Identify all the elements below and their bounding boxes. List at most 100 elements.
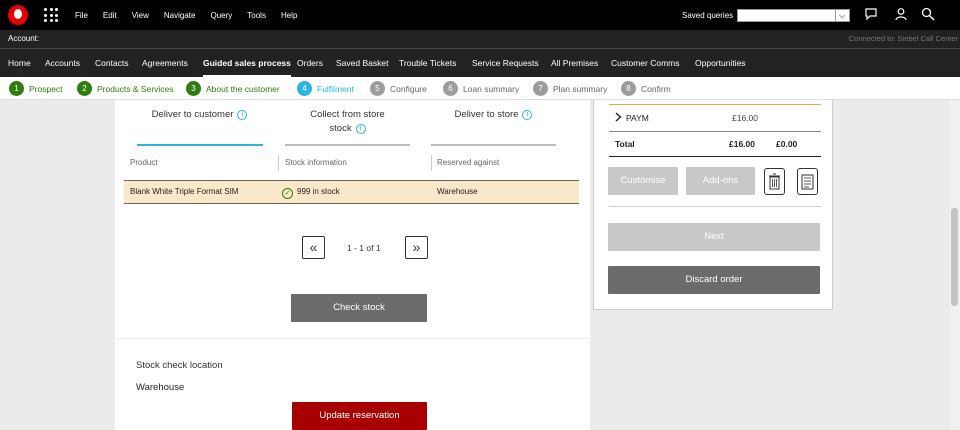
tab-orders[interactable]: Orders xyxy=(297,49,323,78)
step-loan-summary[interactable]: 6 Loan summary xyxy=(443,81,519,96)
trash-icon[interactable] xyxy=(764,168,785,195)
column-divider xyxy=(278,155,279,171)
tab-label: Collect from store xyxy=(310,109,385,120)
info-icon[interactable]: i xyxy=(355,124,366,134)
step-number: 7 xyxy=(533,81,548,96)
add-ons-button[interactable]: Add-ons xyxy=(686,167,755,195)
reserved-cell: Warehouse xyxy=(437,187,478,196)
active-tab-indicator xyxy=(137,144,263,146)
info-icon[interactable]: i xyxy=(522,110,533,120)
tab-deliver-to-customer[interactable]: Deliver to customer i xyxy=(137,108,262,122)
tab-opportunities[interactable]: Opportunities xyxy=(695,49,746,78)
tab-underline xyxy=(431,144,556,146)
progress-steps: 1 Prospect 2 Products & Services 3 About… xyxy=(0,77,960,100)
chevron-down-icon[interactable]: ⌵ xyxy=(835,10,848,21)
total-row: Total £16.00 £0.00 xyxy=(609,138,821,152)
menu-tools[interactable]: Tools xyxy=(247,11,266,20)
tab-trouble-tickets[interactable]: Trouble Tickets xyxy=(399,49,456,78)
menu-query[interactable]: Query xyxy=(210,11,232,20)
column-header-stock-information: Stock information xyxy=(285,158,347,167)
search-icon[interactable] xyxy=(921,7,935,23)
step-fulfilment[interactable]: 4 Fulfilment xyxy=(297,81,354,96)
step-label: Prospect xyxy=(29,83,63,94)
stock-value: 999 in stock xyxy=(297,187,340,196)
account-bar: Account: Connected to: Siebel Call Cente… xyxy=(0,30,960,48)
step-number: 2 xyxy=(77,81,92,96)
tab-customer-comms[interactable]: Customer Comms xyxy=(611,49,679,78)
user-icon[interactable] xyxy=(894,7,908,23)
top-menubar: File Edit View Navigate Query Tools Help… xyxy=(0,0,960,30)
summary-divider xyxy=(609,131,821,132)
step-about-the-customer[interactable]: 3 About the customer xyxy=(186,81,280,96)
fulfilment-panel: Deliver to customer i Collect from store … xyxy=(115,100,590,430)
scrollbar-thumb[interactable] xyxy=(951,208,958,306)
next-page-button[interactable]: » xyxy=(405,236,428,259)
menu-help[interactable]: Help xyxy=(281,11,297,20)
check-icon: ✓ xyxy=(282,188,293,199)
application-menu: File Edit View Navigate Query Tools Help xyxy=(75,0,312,30)
product-cell: Blank White Triple Format SIM xyxy=(130,187,239,196)
order-summary-panel: PAYM £16.00 Total £16.00 £0.00 Customise… xyxy=(593,100,833,310)
paym-row[interactable]: PAYM £16.00 xyxy=(609,112,821,126)
saved-queries-select[interactable]: ⌵ xyxy=(737,9,850,22)
step-number: 3 xyxy=(186,81,201,96)
page-scrollbar[interactable] xyxy=(949,100,960,430)
tab-accounts[interactable]: Accounts xyxy=(45,49,80,78)
tab-service-requests[interactable]: Service Requests xyxy=(472,49,539,78)
step-plan-summary[interactable]: 7 Plan summary xyxy=(533,81,607,96)
customise-button[interactable]: Customise xyxy=(608,167,678,195)
section-divider xyxy=(115,338,590,339)
step-confirm[interactable]: 8 Confirm xyxy=(621,81,671,96)
column-divider xyxy=(431,155,432,171)
tab-all-premises[interactable]: All Premises xyxy=(551,49,598,78)
step-number: 5 xyxy=(370,81,385,96)
column-header-product: Product xyxy=(130,158,158,167)
step-label: Plan summary xyxy=(553,83,608,94)
step-label: About the customer xyxy=(206,83,280,94)
column-header-reserved-against: Reserved against xyxy=(437,158,500,167)
discard-order-button[interactable]: Discard order xyxy=(608,266,820,294)
tab-collect-from-store[interactable]: Collect from store stock i xyxy=(285,108,410,136)
menu-navigate[interactable]: Navigate xyxy=(164,11,196,20)
tab-home[interactable]: Home xyxy=(8,49,31,78)
step-configure[interactable]: 5 Configure xyxy=(370,81,427,96)
step-products-services[interactable]: 2 Products & Services xyxy=(77,81,174,96)
main-tabs: Home Accounts Contacts Agreements Guided… xyxy=(0,48,960,78)
chevron-right-icon[interactable] xyxy=(615,112,622,124)
app-grid-icon[interactable] xyxy=(44,8,58,22)
notes-icon[interactable] xyxy=(797,168,818,195)
step-label: Loan summary xyxy=(463,83,520,94)
step-label: Fulfilment xyxy=(317,83,354,94)
table-row[interactable]: Blank White Triple Format SIM ✓ 999 in st… xyxy=(124,180,579,204)
paym-label: PAYM xyxy=(626,113,649,123)
tab-label: Deliver to customer xyxy=(151,109,234,120)
summary-accent-line xyxy=(609,104,821,105)
total-label: Total xyxy=(615,139,635,149)
tab-guided-sales-process[interactable]: Guided sales process xyxy=(203,49,291,78)
step-label: Products & Services xyxy=(97,83,174,94)
tab-deliver-to-store[interactable]: Deliver to store i xyxy=(431,108,556,122)
step-label: Confirm xyxy=(641,83,671,94)
step-prospect[interactable]: 1 Prospect xyxy=(9,81,63,96)
menu-edit[interactable]: Edit xyxy=(103,11,117,20)
update-reservation-button[interactable]: Update reservation xyxy=(292,402,427,430)
menu-file[interactable]: File xyxy=(75,11,88,20)
tab-agreements[interactable]: Agreements xyxy=(142,49,188,78)
next-button[interactable]: Next xyxy=(608,223,820,251)
info-icon[interactable]: i xyxy=(237,110,248,120)
previous-page-button[interactable]: « xyxy=(302,236,325,259)
stock-check-location-label: Stock check location xyxy=(136,360,223,371)
step-number: 6 xyxy=(443,81,458,96)
menu-view[interactable]: View xyxy=(132,11,149,20)
chat-icon[interactable] xyxy=(864,7,878,23)
tab-saved-basket[interactable]: Saved Basket xyxy=(336,49,388,78)
paym-value: £16.00 xyxy=(732,113,758,123)
total-monthly: £16.00 xyxy=(729,139,755,149)
tab-underline xyxy=(285,144,410,146)
vodafone-logo-icon[interactable] xyxy=(8,5,28,25)
summary-divider xyxy=(609,206,821,207)
step-number: 8 xyxy=(621,81,636,96)
tab-contacts[interactable]: Contacts xyxy=(95,49,129,78)
check-stock-button[interactable]: Check stock xyxy=(291,294,427,322)
summary-divider xyxy=(609,156,821,157)
